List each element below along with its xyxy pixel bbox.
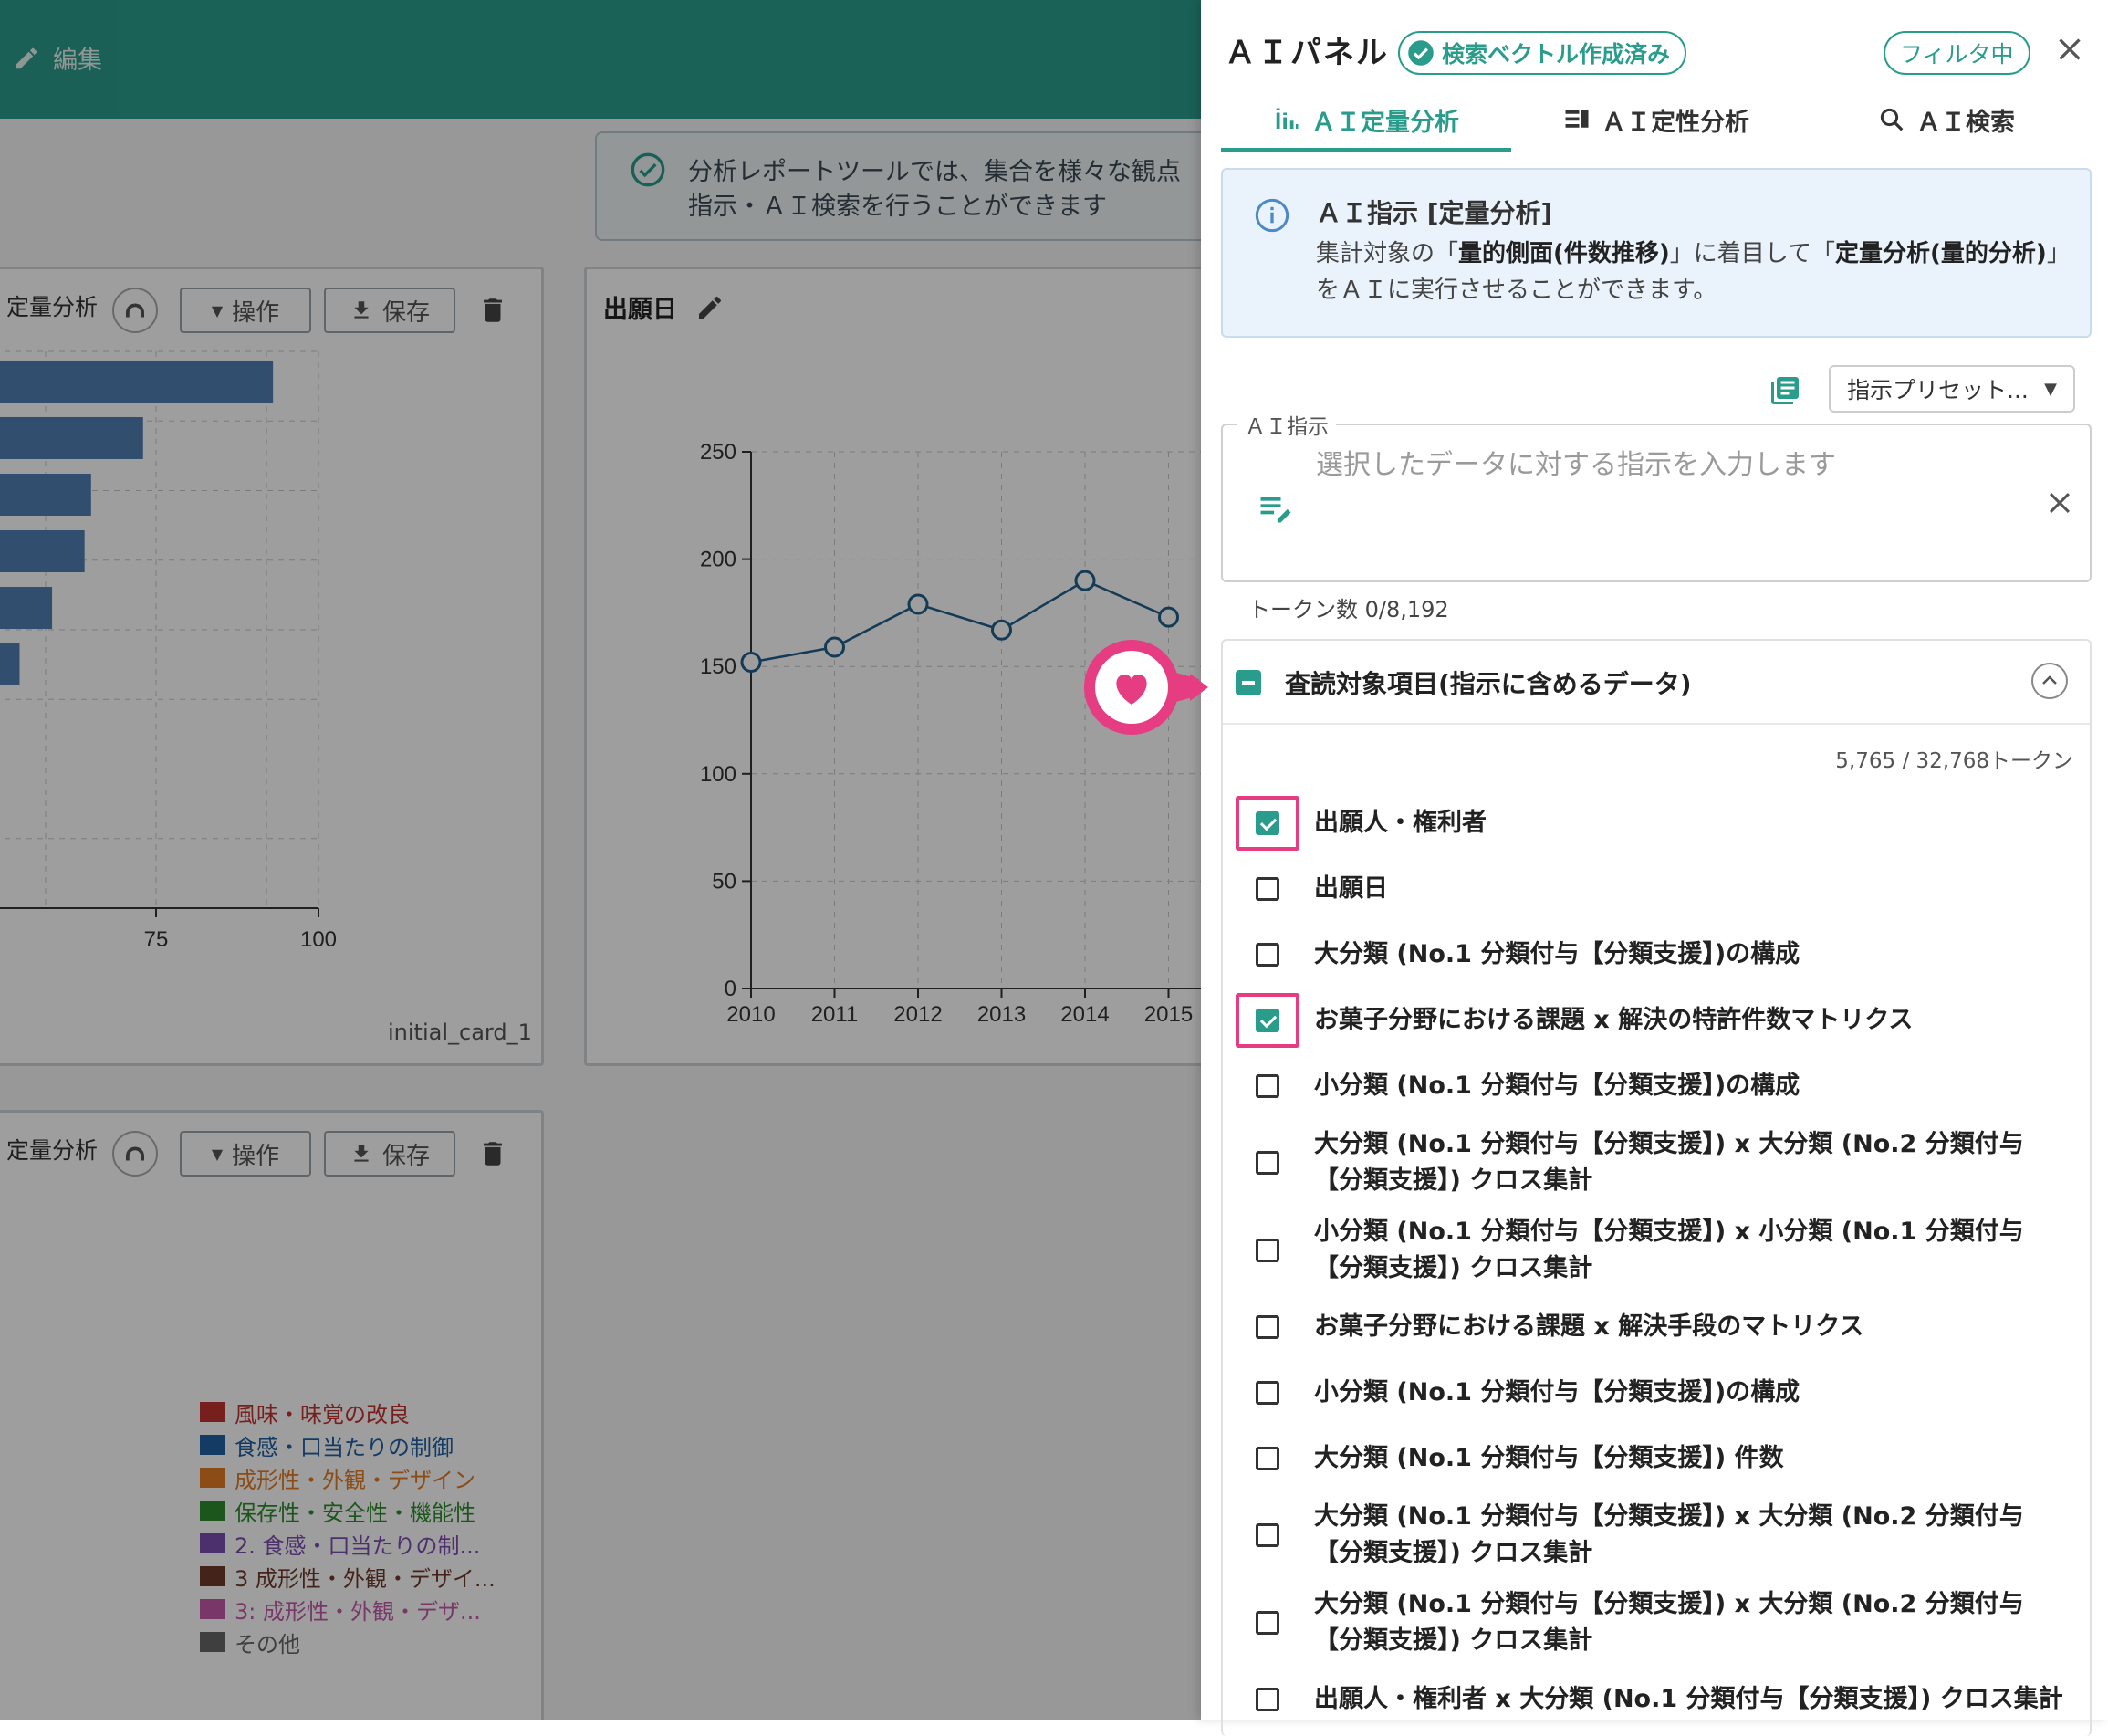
item-label: 大分類 (No.1 分類付与【分類支援】) x 大分類 (No.2 分類付与【分…: [1314, 1130, 2024, 1195]
filter-badge[interactable]: フィルタ中: [1884, 31, 2030, 75]
panel-title: ＡＩパネル: [1225, 35, 1389, 71]
item-checkbox[interactable]: [1256, 1611, 1279, 1635]
review-item[interactable]: 出願日: [1223, 856, 2090, 922]
token-count: トークン数 0/8,192: [1248, 597, 1449, 622]
tab-ai-quantitative[interactable]: ＡＩ定量分析: [1221, 91, 1511, 152]
info-description: 集計対象の「量的側面(件数推移)」に着目して「定量分析(量的分析)」をＡＩに実行…: [1316, 240, 2071, 304]
review-item[interactable]: 小分類 (No.1 分類付与【分類支援】)の構成: [1223, 1360, 2090, 1426]
instruction-info-box: ＡＩ指示 [定量分析] 集計対象の「量的側面(件数推移)」に着目して「定量分析(…: [1221, 168, 2092, 338]
item-label: 出願人・権利者 x 大分類 (No.1 分類付与【分類支援】) クロス集計: [1314, 1685, 2063, 1713]
vector-status-label: 検索ベクトル作成済み: [1442, 41, 1671, 68]
item-checkbox[interactable]: [1256, 811, 1279, 835]
collapse-button[interactable]: [2031, 663, 2068, 699]
clear-icon[interactable]: [2044, 487, 2075, 518]
item-checkbox[interactable]: [1256, 1315, 1279, 1339]
item-checkbox[interactable]: [1256, 1688, 1279, 1711]
modal-dim-overlay[interactable]: [0, 0, 1201, 1720]
tab-ai-qualitative[interactable]: ＡＩ定性分析: [1511, 91, 1801, 148]
tab-label: ＡＩ検索: [1916, 108, 2015, 137]
review-item[interactable]: 小分類 (No.1 分類付与【分類支援】)の構成: [1223, 1053, 2090, 1119]
item-label: 大分類 (No.1 分類付与【分類支援】) x 大分類 (No.2 分類付与【分…: [1314, 1502, 2024, 1567]
item-label: 小分類 (No.1 分類付与【分類支援】)の構成: [1314, 1378, 1800, 1407]
review-item[interactable]: 大分類 (No.1 分類付与【分類支援】) x 大分類 (No.2 分類付与【分…: [1223, 1119, 2090, 1207]
caret-down-icon: ▼: [2044, 379, 2057, 399]
review-item[interactable]: お菓子分野における課題 x 解決の特許件数マトリクス: [1223, 988, 2090, 1053]
review-item[interactable]: 小分類 (No.1 分類付与【分類支援】) x 小分類 (No.1 分類付与【分…: [1223, 1207, 2090, 1294]
review-token-total: 5,765 / 32,768トークン: [1835, 749, 2073, 773]
item-checkbox[interactable]: [1256, 1074, 1279, 1098]
tab-ai-search[interactable]: ＡＩ検索: [1801, 91, 2092, 148]
item-checkbox[interactable]: [1256, 877, 1279, 901]
edit-note-icon: [1260, 497, 1291, 523]
item-checkbox[interactable]: [1256, 1151, 1279, 1175]
bar-chart-icon: [1276, 108, 1299, 129]
item-label: 大分類 (No.1 分類付与【分類支援】)の構成: [1314, 940, 1800, 968]
review-item[interactable]: 大分類 (No.1 分類付与【分類支援】) x 大分類 (No.2 分類付与【分…: [1223, 1491, 2090, 1579]
ai-instruction-placeholder: 選択したデータに対する指示を入力します: [1316, 449, 1836, 481]
library-books-icon[interactable]: [1769, 374, 1801, 407]
item-label: 出願日: [1314, 874, 1388, 903]
item-label: 大分類 (No.1 分類付与【分類支援】) x 大分類 (No.2 分類付与【分…: [1314, 1590, 2024, 1655]
review-item[interactable]: 出願人・権利者: [1223, 790, 2090, 856]
tab-label: ＡＩ定量分析: [1311, 108, 1459, 137]
close-icon[interactable]: [2053, 33, 2086, 66]
item-label: 小分類 (No.1 分類付与【分類支援】)の構成: [1314, 1072, 1800, 1100]
select-all-checkbox[interactable]: [1236, 670, 1261, 695]
vector-status-badge: 検索ベクトル作成済み: [1398, 31, 1687, 75]
preset-label: 指示プリセット...: [1847, 377, 2029, 403]
list-icon: [1565, 110, 1589, 128]
review-items-header[interactable]: 査読対象項目(指示に含めるデータ): [1223, 641, 2090, 725]
item-checkbox[interactable]: [1256, 1523, 1279, 1547]
item-checkbox[interactable]: [1256, 1009, 1279, 1032]
chevron-up-icon: [2042, 675, 2057, 685]
item-label: 大分類 (No.1 分類付与【分類支援】) 件数: [1314, 1444, 1784, 1472]
tab-label: ＡＩ定性分析: [1602, 108, 1749, 137]
item-checkbox[interactable]: [1256, 1381, 1279, 1405]
review-item[interactable]: 大分類 (No.1 分類付与【分類支援】) x 大分類 (No.2 分類付与【分…: [1223, 1579, 2090, 1667]
ai-panel: ＡＩパネル 検索ベクトル作成済み フィルタ中 ＡＩ定量分析 ＡＩ定性分析 ＡＩ検…: [1201, 0, 2108, 1736]
search-icon: [1880, 108, 1904, 131]
item-label: お菓子分野における課題 x 解決手段のマトリクス: [1314, 1312, 1864, 1341]
item-checkbox[interactable]: [1256, 943, 1279, 967]
instruction-preset-select[interactable]: 指示プリセット... ▼: [1829, 365, 2075, 413]
item-label: 出願人・権利者: [1314, 809, 1487, 837]
item-checkbox[interactable]: [1256, 1239, 1279, 1262]
info-title: ＡＩ指示 [定量分析]: [1316, 198, 1553, 228]
ai-instruction-field[interactable]: 選択したデータに対する指示を入力します: [1221, 424, 2092, 582]
item-checkbox[interactable]: [1256, 1447, 1279, 1470]
ai-instruction-label: ＡＩ指示: [1237, 409, 1336, 440]
review-items-title: 査読対象項目(指示に含めるデータ): [1285, 669, 1692, 699]
info-icon: [1255, 198, 1289, 233]
item-label: 小分類 (No.1 分類付与【分類支援】) x 小分類 (No.1 分類付与【分…: [1314, 1218, 2024, 1282]
review-item[interactable]: 出願人・権利者 x 大分類 (No.1 分類付与【分類支援】) クロス集計: [1223, 1667, 2090, 1732]
heart-marker-icon: [1084, 640, 1208, 735]
review-item[interactable]: 大分類 (No.1 分類付与【分類支援】) 件数: [1223, 1426, 2090, 1491]
review-item[interactable]: お菓子分野における課題 x 解決手段のマトリクス: [1223, 1294, 2090, 1360]
check-circle-icon: [1408, 40, 1434, 66]
report-workspace: 編集 分析レポートツールでは、集合を様々な観点 指示・ＡＩ検索を行うことができま…: [0, 0, 1201, 1720]
review-items-section: 査読対象項目(指示に含めるデータ) 5,765 / 32,768トークン 出願人…: [1221, 639, 2092, 1736]
review-item[interactable]: 大分類 (No.1 分類付与【分類支援】)の構成: [1223, 922, 2090, 988]
item-label: お菓子分野における課題 x 解決の特許件数マトリクス: [1314, 1006, 1914, 1034]
